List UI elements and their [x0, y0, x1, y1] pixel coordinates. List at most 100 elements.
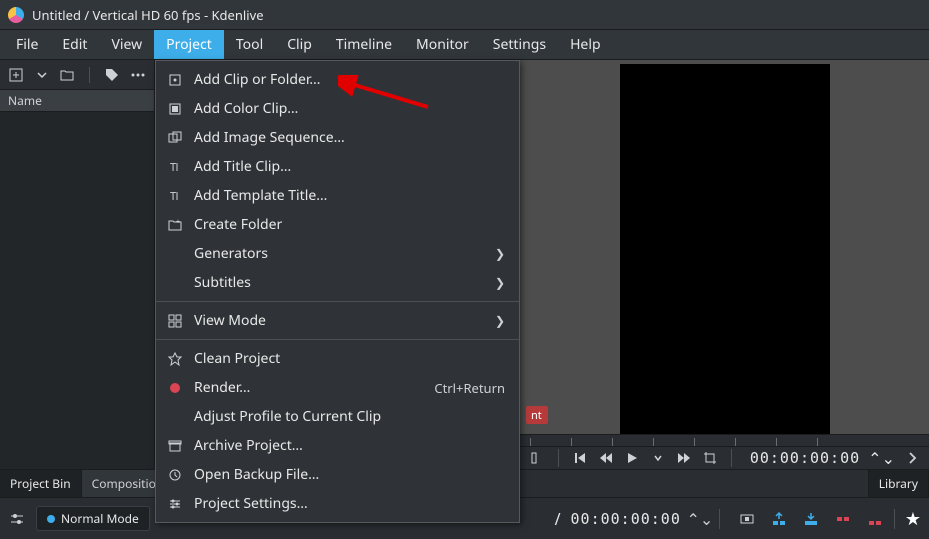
menu-item-label: Project Settings… — [194, 494, 505, 513]
menu-add-color-clip[interactable]: Add Color Clip… — [156, 94, 519, 123]
menu-item-label: Create Folder — [194, 215, 505, 234]
monitor-timecode[interactable]: 00:00:00:00 — [750, 449, 860, 467]
crop-icon[interactable] — [701, 448, 719, 468]
folder-new-icon[interactable] — [60, 67, 76, 83]
menu-view[interactable]: View — [99, 30, 154, 59]
edit-mode-selector[interactable]: Normal Mode — [36, 506, 150, 531]
menu-help[interactable]: Help — [558, 30, 613, 59]
track-overwrite-icon[interactable] — [802, 510, 820, 528]
monitor-viewport[interactable]: nt — [520, 60, 929, 434]
menu-item-shortcut: Ctrl+Return — [434, 379, 505, 397]
menu-item-label: Add Color Clip… — [194, 99, 505, 118]
track-insert-icon[interactable] — [770, 510, 788, 528]
menu-subtitles[interactable]: Subtitles ❯ — [156, 268, 519, 297]
ruler-tick — [530, 438, 531, 446]
zone-in-icon[interactable] — [528, 448, 546, 468]
menu-item-label: Add Title Clip… — [194, 157, 505, 176]
track-lift-icon[interactable] — [866, 510, 884, 528]
menu-add-title-clip[interactable]: T Add Title Clip… — [156, 152, 519, 181]
menu-render[interactable]: Render… Ctrl+Return — [156, 373, 519, 402]
project-menu-dropdown: Add Clip or Folder… Add Color Clip… Add … — [155, 60, 520, 523]
menu-monitor[interactable]: Monitor — [404, 30, 481, 59]
separator — [558, 449, 559, 467]
bin-toolbar — [0, 60, 154, 90]
menu-archive-project[interactable]: Archive Project… — [156, 431, 519, 460]
menu-tool[interactable]: Tool — [224, 30, 275, 59]
menu-clean-project[interactable]: Clean Project — [156, 344, 519, 373]
rewind-icon[interactable] — [597, 448, 615, 468]
menu-item-label: Subtitles — [194, 273, 495, 292]
app-icon — [8, 7, 24, 23]
record-icon — [166, 381, 184, 395]
menu-separator — [156, 339, 519, 340]
menu-edit[interactable]: Edit — [50, 30, 99, 59]
separator — [894, 509, 895, 529]
menu-generators[interactable]: Generators ❯ — [156, 239, 519, 268]
settings-icon[interactable] — [8, 510, 26, 528]
go-start-icon[interactable] — [571, 448, 589, 468]
monitor-canvas — [620, 64, 830, 434]
play-icon[interactable] — [623, 448, 641, 468]
tab-library[interactable]: Library — [868, 470, 929, 497]
chevron-down-icon[interactable] — [34, 67, 50, 83]
title-icon: T — [166, 189, 184, 203]
menu-item-label: Add Clip or Folder… — [194, 70, 505, 89]
track-delete-icon[interactable] — [834, 510, 852, 528]
menu-settings[interactable]: Settings — [481, 30, 558, 59]
forward-icon[interactable] — [675, 448, 693, 468]
bin-column-header[interactable]: Name — [0, 90, 154, 112]
menu-create-folder[interactable]: + Create Folder — [156, 210, 519, 239]
menu-item-label: Open Backup File… — [194, 465, 505, 484]
menu-item-label: View Mode — [194, 311, 495, 330]
ruler-tick — [735, 438, 736, 446]
menu-view-mode[interactable]: View Mode ❯ — [156, 306, 519, 335]
menu-adjust-profile[interactable]: Adjust Profile to Current Clip — [156, 402, 519, 431]
favorite-icon[interactable]: ★ — [905, 507, 921, 531]
menu-open-backup[interactable]: Open Backup File… — [156, 460, 519, 489]
ruler-tick — [817, 438, 818, 446]
menu-project[interactable]: Project — [154, 30, 224, 59]
more-icon[interactable] — [130, 67, 146, 83]
monitor-ruler[interactable] — [520, 434, 929, 446]
menu-clip[interactable]: Clip — [275, 30, 324, 59]
bin-tree[interactable] — [0, 112, 154, 469]
title-icon: T — [166, 160, 184, 174]
mode-indicator-icon — [47, 515, 55, 523]
chevron-right-icon: ❯ — [495, 312, 505, 329]
menu-item-label: Clean Project — [194, 349, 505, 368]
mix-icon[interactable] — [738, 510, 756, 528]
menu-separator — [156, 301, 519, 302]
archive-icon — [166, 439, 184, 453]
timecode-spinner-icon[interactable]: ⌃⌄ — [868, 447, 895, 469]
chevron-right-icon: ❯ — [495, 274, 505, 291]
separator — [731, 449, 732, 467]
menu-item-label: Archive Project… — [194, 436, 505, 455]
window-titlebar: Untitled / Vertical HD 60 fps - Kdenlive — [0, 0, 929, 30]
timeline-duration[interactable]: 00:00:00:00 — [571, 510, 681, 528]
tab-project-bin[interactable]: Project Bin — [0, 470, 82, 497]
window-title: Untitled / Vertical HD 60 fps - Kdenlive — [32, 6, 264, 24]
menu-add-image-sequence[interactable]: Add Image Sequence… — [156, 123, 519, 152]
separator — [719, 509, 720, 529]
menu-project-settings[interactable]: Project Settings… — [156, 489, 519, 518]
chevron-right-icon: ❯ — [495, 245, 505, 262]
play-dropdown-icon[interactable] — [649, 448, 667, 468]
menu-item-label: Generators — [194, 244, 495, 263]
menu-item-label: Add Image Sequence… — [194, 128, 505, 147]
spinner-icon[interactable]: ⌃⌄ — [691, 510, 709, 528]
tag-icon[interactable] — [104, 67, 120, 83]
menu-file[interactable]: File — [4, 30, 50, 59]
menu-add-clip-or-folder[interactable]: Add Clip or Folder… — [156, 65, 519, 94]
chevron-right-icon[interactable] — [903, 448, 921, 468]
svg-text:+: + — [176, 218, 180, 227]
menu-add-template-title[interactable]: T Add Template Title… — [156, 181, 519, 210]
menu-timeline[interactable]: Timeline — [324, 30, 404, 59]
svg-text:T: T — [170, 160, 176, 174]
ruler-tick — [694, 438, 695, 446]
timecode-separator: / — [555, 508, 561, 530]
open-icon — [166, 468, 184, 482]
menubar: File Edit View Project Tool Clip Timelin… — [0, 30, 929, 60]
folder-new-icon: + — [166, 218, 184, 232]
timeline-tool-icons — [738, 510, 884, 528]
add-clip-icon[interactable] — [8, 67, 24, 83]
